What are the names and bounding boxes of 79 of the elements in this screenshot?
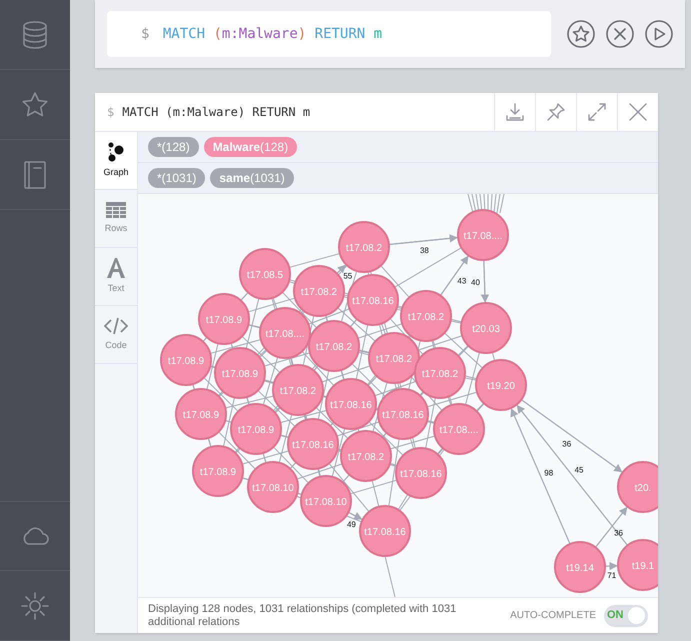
graph-node[interactable]: t19.1 bbox=[617, 539, 658, 591]
view-tab[interactable]: Text bbox=[95, 248, 137, 306]
relationship-label: 36 bbox=[562, 439, 572, 448]
graph-node[interactable]: t17.08.16 bbox=[325, 378, 377, 430]
star-icon bbox=[20, 90, 50, 120]
play-icon bbox=[645, 20, 673, 48]
graph-node[interactable]: t19.20 bbox=[475, 359, 527, 411]
graph-node[interactable]: t17.08.2 bbox=[414, 347, 466, 399]
close-icon bbox=[628, 102, 648, 122]
graph-node[interactable]: t20. bbox=[617, 461, 658, 513]
graph-node[interactable]: t17.08.10 bbox=[247, 461, 299, 513]
relationship-label: 45 bbox=[574, 465, 584, 474]
graph-node[interactable]: t17.08.... bbox=[433, 403, 485, 455]
close-icon bbox=[606, 20, 634, 48]
graph-node[interactable]: t17.08.2 bbox=[272, 364, 324, 416]
relationship-type-tag[interactable]: *(1031) bbox=[148, 168, 206, 188]
node-label-tag[interactable]: Malware(128) bbox=[204, 137, 298, 157]
relationship-arrow[interactable] bbox=[604, 562, 618, 570]
view-tab[interactable]: Rows bbox=[95, 190, 137, 248]
graph-node[interactable]: t17.08.2 bbox=[338, 221, 390, 273]
relationship-label: 98 bbox=[544, 468, 554, 478]
graph-node[interactable]: t17.08.9 bbox=[175, 388, 227, 440]
view-tab[interactable]: Code bbox=[95, 306, 137, 364]
favorite-button[interactable] bbox=[567, 20, 595, 48]
query-input-field[interactable]: $ MATCH (m:Malware) RETURN m bbox=[107, 11, 551, 57]
relationship-arrow[interactable] bbox=[510, 408, 571, 544]
graph-node[interactable]: t17.08.16 bbox=[377, 388, 429, 440]
expand-icon bbox=[587, 102, 607, 122]
relationship-arrow[interactable] bbox=[480, 260, 490, 303]
graph-node[interactable]: t17.08.16 bbox=[359, 505, 411, 557]
relationship-label: 43 bbox=[457, 276, 466, 286]
graph-node[interactable]: t17.08.... bbox=[457, 209, 509, 261]
prompt-symbol: $ bbox=[107, 104, 114, 121]
auto-complete-label: AUTO-COMPLETE bbox=[510, 609, 596, 623]
graph-node[interactable]: t19.14 bbox=[554, 541, 606, 593]
relationship-line bbox=[384, 556, 396, 597]
graph-node[interactable]: t17.08.9 bbox=[230, 403, 282, 455]
relationship-label: 38 bbox=[420, 246, 429, 255]
graph-node[interactable]: t17.08.2 bbox=[293, 265, 345, 317]
relationship-type-tag[interactable]: same(1031) bbox=[210, 168, 294, 188]
graph-node[interactable]: t17.08.16 bbox=[287, 418, 339, 470]
graph-node[interactable]: t17.08.5 bbox=[239, 248, 291, 300]
relationship-arrow[interactable] bbox=[336, 264, 346, 274]
node-label-tag[interactable]: *(128) bbox=[148, 137, 199, 157]
view-tab[interactable]: Graph bbox=[95, 132, 137, 190]
table-icon bbox=[105, 201, 127, 220]
run-button[interactable] bbox=[645, 20, 673, 48]
graph-node[interactable]: t17.08.9 bbox=[198, 293, 250, 345]
graph-node[interactable]: t17.08.... bbox=[259, 307, 311, 359]
graph-node[interactable]: t17.08.16 bbox=[395, 447, 447, 499]
relationship-arrow[interactable] bbox=[440, 256, 469, 296]
graph-node[interactable]: t17.08.9 bbox=[192, 445, 244, 497]
graph-node[interactable]: t17.08.2 bbox=[368, 332, 420, 384]
book-icon bbox=[22, 160, 48, 190]
relationship-label: 71 bbox=[607, 571, 616, 580]
graph-node[interactable]: t17.08.9 bbox=[160, 334, 212, 386]
relationship-label: 40 bbox=[471, 278, 480, 287]
pin-icon bbox=[546, 102, 566, 122]
relationship-arrow[interactable] bbox=[595, 506, 628, 548]
query-text: MATCH (m:Malware) RETURN m bbox=[122, 104, 310, 121]
sidebar-button[interactable] bbox=[0, 501, 70, 571]
relationship-arrow[interactable] bbox=[516, 404, 628, 546]
relationship-label: 36 bbox=[614, 528, 624, 538]
auto-complete-toggle[interactable]: ON bbox=[604, 604, 648, 626]
graph-node[interactable]: t20.03 bbox=[460, 302, 512, 354]
letter-a-icon bbox=[105, 257, 127, 280]
database-icon bbox=[21, 20, 49, 50]
relationship-arrow[interactable] bbox=[388, 234, 458, 246]
clear-button[interactable] bbox=[606, 20, 634, 48]
graph-icon bbox=[106, 141, 126, 164]
graph-node[interactable]: t17.08.2 bbox=[340, 430, 392, 482]
graph-node[interactable]: t17.08.2 bbox=[308, 320, 360, 372]
status-text: Displaying 128 nodes, 1031 relationships (completed with 1031 additional relations bbox=[148, 602, 458, 628]
graph-node[interactable]: t17.08.2 bbox=[400, 290, 452, 342]
download-icon bbox=[505, 102, 525, 122]
settings-icon bbox=[20, 590, 50, 620]
code-icon bbox=[104, 316, 128, 336]
graph-node[interactable]: t17.08.9 bbox=[214, 347, 266, 399]
relationship-arrow[interactable] bbox=[348, 512, 363, 520]
